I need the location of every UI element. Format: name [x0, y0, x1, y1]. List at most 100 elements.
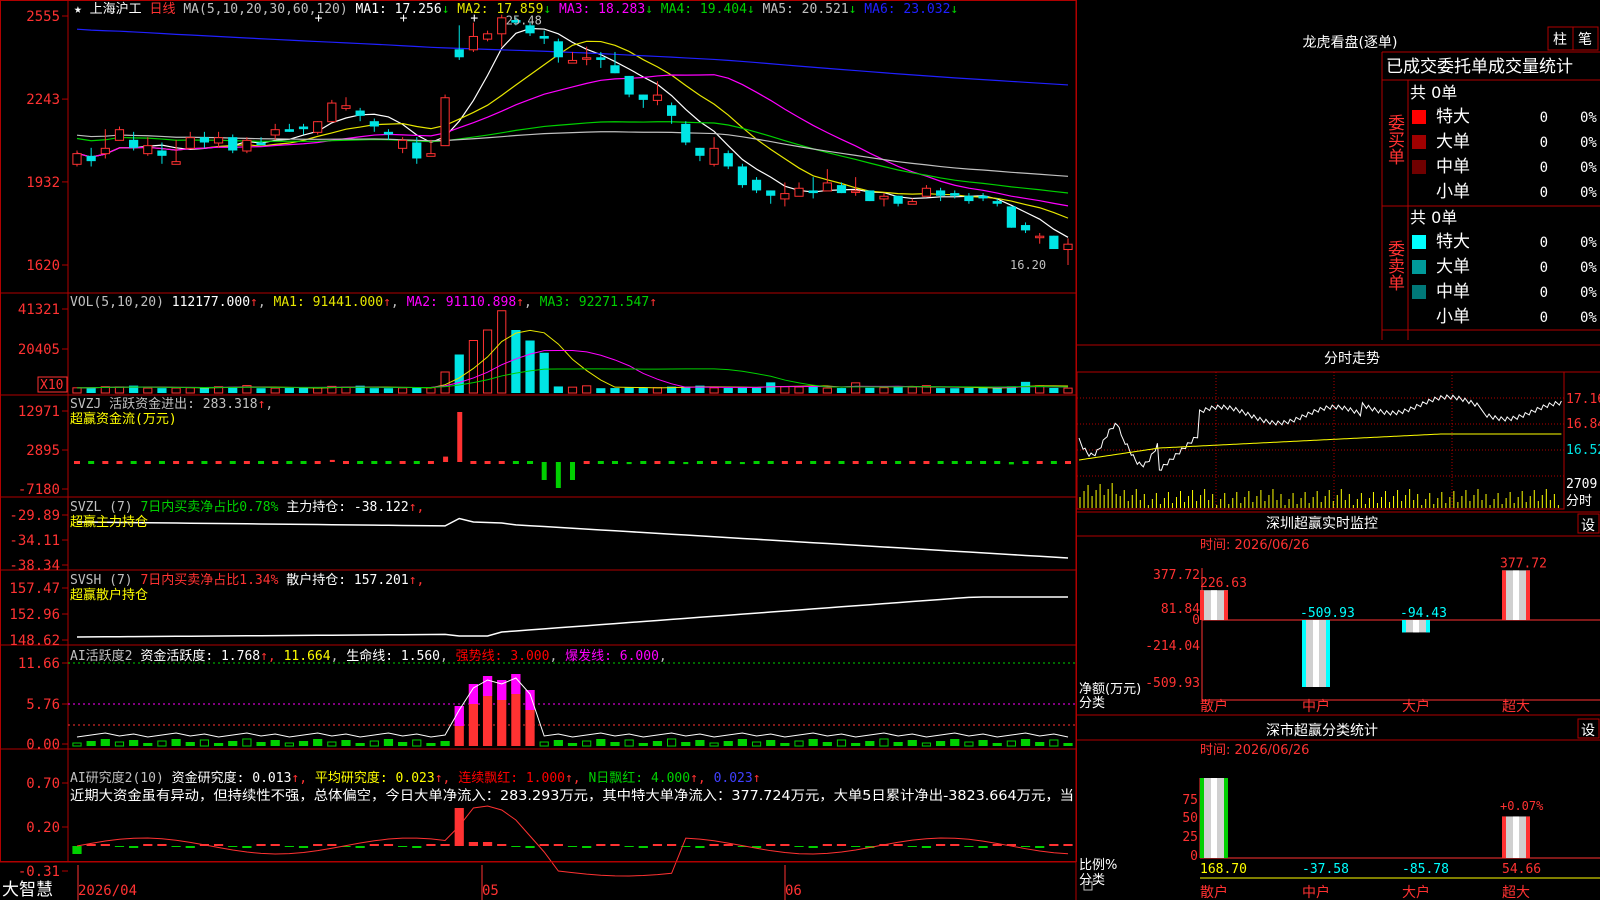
order-row-count: 0 [1540, 135, 1548, 151]
order-row-count: 0 [1540, 235, 1548, 251]
fund-flow-bar [272, 461, 279, 464]
candle-body-down [992, 201, 1002, 204]
stats-bar-edge [1200, 778, 1204, 858]
research-bar [412, 846, 422, 848]
research-bar [822, 844, 832, 846]
active-bar [851, 743, 861, 746]
stats-bar-shine [1513, 816, 1519, 858]
y-tick-label: 0.70 [26, 776, 60, 792]
fund-flow-bar [74, 461, 80, 464]
fund-flow-bar [371, 461, 378, 464]
active-bar [1063, 743, 1073, 746]
active-bar [808, 739, 818, 746]
candle-body-down [836, 185, 847, 194]
candle-body-up [921, 187, 932, 197]
active-bar-hollow [72, 742, 82, 747]
research-bar [1035, 846, 1045, 848]
fund-flow-bar [696, 461, 703, 464]
stats-bar-edge [1224, 778, 1228, 858]
research-bar [72, 846, 82, 854]
intraday-vol: 2709 [1566, 477, 1597, 492]
research-bar [766, 844, 776, 846]
active-bar-top [468, 684, 479, 704]
y-tick-label: 12971 [18, 404, 60, 420]
y-tick-label: 0.20 [26, 820, 60, 836]
fund-flow-bar [300, 461, 307, 464]
active-bar [440, 741, 450, 746]
volume-bar-down [553, 386, 563, 393]
active-bar-hollow [327, 741, 337, 747]
research-bar [383, 844, 394, 846]
event-marker-icon: + [470, 11, 478, 26]
monitor-y-label: -214.04 [1145, 639, 1200, 654]
fund-flow-bar [258, 461, 265, 464]
monitor-bar-edge [1526, 570, 1530, 620]
candle-body-down [638, 94, 648, 100]
active-bar-hollow [709, 742, 719, 747]
stock-chart-canvas[interactable]: 2555224319321620★ 上海沪工 日线 MA(5,10,20,30,… [0, 0, 1600, 900]
volume-bar-down [539, 352, 549, 393]
stats-category: 散户 [1200, 884, 1228, 900]
research-bar [228, 846, 238, 847]
active-bar-hollow [412, 739, 422, 747]
order-row-pct: 0% [1580, 285, 1597, 301]
candle-body-down [1049, 235, 1059, 250]
fund-flow-bar [937, 461, 944, 464]
stats-value: -37.58 [1302, 862, 1349, 877]
volume-bar-up [879, 387, 889, 394]
candle-body-down [199, 137, 210, 143]
active-bar [992, 743, 1002, 746]
fund-flow-bar [144, 461, 151, 464]
candle-body-up [497, 17, 507, 35]
research-bar [525, 846, 535, 848]
ai-active-header: AI活跃度2 资金活跃度: 1.768↑, 11.664, 生命线: 1.560… [70, 648, 667, 664]
fund-flow-bar [895, 461, 902, 464]
active-bar [383, 739, 394, 746]
date-label-jun: 06 [785, 883, 802, 899]
monitor-category: 大户 [1402, 698, 1430, 715]
fund-flow-bar [1050, 461, 1057, 464]
monitor-bar-edge [1224, 590, 1228, 620]
candle-body-down [737, 166, 747, 186]
period-label: 日线 [150, 2, 176, 17]
candle-body-up [171, 161, 181, 165]
fund-flow-bar [215, 461, 222, 464]
active-line [76, 677, 1069, 738]
volume-bar-up [780, 386, 790, 394]
research-bar [327, 844, 337, 846]
legend-swatch [1412, 285, 1426, 299]
candle-body-up [313, 121, 323, 133]
active-bar-hollow [369, 740, 379, 747]
candle-body-down [596, 57, 606, 60]
date-label-may: 05 [482, 883, 499, 899]
candle-body-up [1035, 235, 1045, 239]
candle-body-down [766, 190, 776, 196]
active-bar [256, 742, 266, 746]
candle-body-up [652, 94, 663, 101]
order-row-count: 0 [1540, 310, 1548, 326]
date-label-apr: 2026/04 [78, 883, 137, 899]
candle-body-up [582, 57, 592, 60]
fund-flow-bar [314, 461, 321, 464]
candle-body-down [412, 142, 422, 159]
btn-bi-label: 笔 [1578, 32, 1592, 48]
high-price-marker: 25.48 [506, 14, 542, 28]
y-tick-label: 0.00 [26, 737, 60, 753]
research-bar [921, 846, 932, 848]
stats-time: 时间: 2026/06/26 [1200, 743, 1309, 758]
monitor-y-label: 377.72 [1153, 568, 1200, 583]
monitor-bar-shine [1313, 620, 1319, 687]
order-row-count: 0 [1540, 285, 1548, 301]
stats-value: -85.78 [1402, 862, 1449, 877]
candle-body-down [624, 75, 634, 95]
fund-flow-bar [173, 461, 180, 464]
candle-body-up [907, 201, 917, 205]
order-row-name: 大单 [1436, 257, 1470, 277]
volume-bar-down [412, 387, 422, 393]
candle-body-down [129, 139, 139, 148]
research-bar [723, 844, 733, 846]
research-bar [398, 846, 408, 847]
candle-body-up [567, 59, 578, 64]
candle-body-up [822, 182, 832, 192]
stats-ylabel2: 分类 [1079, 873, 1105, 888]
